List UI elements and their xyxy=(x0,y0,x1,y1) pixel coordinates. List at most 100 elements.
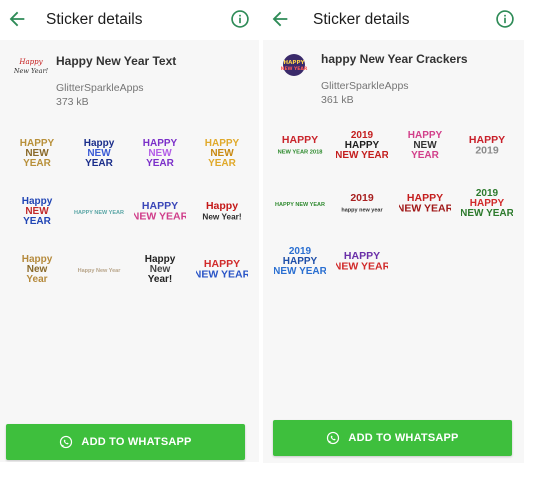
right-screen: Sticker details HAPPY NEW YEAR happy New… xyxy=(263,0,524,463)
sticker-cell[interactable]: Happy New Year xyxy=(6,240,68,298)
sticker-text: NEW YEAR xyxy=(336,150,388,161)
tray-icon: HAPPY NEW YEAR xyxy=(281,54,308,76)
pack-header: HAPPY NEW YEAR happy New Year Crackers G… xyxy=(263,38,524,110)
sticker-happy-new-year-purple: HAPPYNEWYEAR xyxy=(143,138,178,169)
info-icon[interactable] xyxy=(495,9,515,29)
sticker-cell[interactable]: HAPPY NEW YEAR 2018 xyxy=(269,116,331,174)
sticker-text: 2019 xyxy=(475,144,499,156)
sticker-happy-new-year-gold: HAPPYNEWYEAR xyxy=(20,138,55,169)
sticker-text: HAPPY NEW YEAR xyxy=(275,202,325,208)
sticker-cell[interactable]: HAPPY NEW YEAR xyxy=(130,124,192,182)
sticker-text: YEAR xyxy=(208,158,237,169)
sticker-2019-happy-new-year-red: 2019HAPPYNEW YEAR xyxy=(336,130,388,161)
pack-publisher: GlitterSparkleApps xyxy=(321,80,409,92)
sticker-happy-new-year-script-gold: HappyNewYear xyxy=(22,254,53,285)
sticker-text: 2019 xyxy=(351,192,375,204)
sticker-text: NEW YEAR xyxy=(461,208,513,219)
sticker-cell[interactable]: 2019 HAPPY NEW YEAR xyxy=(331,116,393,174)
svg-text:New Year!: New Year! xyxy=(14,67,48,75)
app-bar: Sticker details xyxy=(263,0,524,40)
sticker-cell[interactable]: HAPPY NEW YEAR xyxy=(191,240,253,298)
sticker-happy-new-year-thin-script: Happy New Year xyxy=(77,268,121,274)
info-icon[interactable] xyxy=(230,9,250,29)
sticker-cell[interactable]: 2019 happy new year xyxy=(331,174,393,232)
add-to-whatsapp-button[interactable]: ADD TO WHATSAPP xyxy=(6,424,245,460)
sticker-text: HAPPY xyxy=(282,134,318,146)
sticker-happy-new-year-diagonal: HappyNEWYEAR xyxy=(22,196,53,227)
pack-name: Happy New Year Text xyxy=(56,54,177,68)
sticker-2019-happy-new-year-blue: 2019HAPPYNEW YEAR xyxy=(274,246,326,277)
back-arrow-icon[interactable] xyxy=(269,8,291,30)
whatsapp-icon xyxy=(327,431,340,445)
sticker-happy-new-year-multicolor: HAPPYNEW YEAR xyxy=(196,258,248,281)
pack-name: happy New Year Crackers xyxy=(321,52,468,66)
sticker-text: NEW YEAR 2018 xyxy=(278,149,323,155)
svg-text:NEW YEAR: NEW YEAR xyxy=(281,66,308,72)
sticker-happy-new-year-fireworks: HAPPYNEW YEAR xyxy=(134,200,186,223)
sticker-text: NEW YEAR xyxy=(336,260,388,272)
sticker-text: YEAR xyxy=(23,216,52,227)
sticker-happy-new-year-red-script: HappyNew Year! xyxy=(203,200,242,222)
sticker-2019-happy-new-year-green: 2019HAPPYNEW YEAR xyxy=(461,188,513,219)
sticker-cell[interactable]: Happy New Year xyxy=(68,240,130,298)
left-screen: Sticker details Happy New Year! Happy Ne… xyxy=(0,0,259,462)
sticker-text: Year xyxy=(26,274,47,285)
sticker-text: HAPPY NEW YEAR xyxy=(74,210,124,216)
sticker-text: NEW YEAR xyxy=(399,202,451,214)
sticker-text: NEW YEAR xyxy=(274,266,326,277)
sticker-happy-new-year-2019-ribbon: HAPPY2019 xyxy=(469,134,505,157)
sticker-happy-new-year-blue-sparkle: HappyNEWYEAR xyxy=(83,138,114,169)
sticker-happy-new-year-2019-balloons-black: 2019 happy new year xyxy=(342,192,384,214)
sticker-text: YEAR xyxy=(146,158,175,169)
tray-icon: Happy New Year! xyxy=(14,58,48,75)
sticker-cell[interactable]: HAPPY NEW YEAR xyxy=(394,174,456,232)
add-to-whatsapp-label: ADD TO WHATSAPP xyxy=(81,436,192,448)
sticker-cell[interactable]: Happy NEW YEAR xyxy=(68,124,130,182)
sticker-text: NEW YEAR xyxy=(134,210,186,222)
sticker-cell[interactable]: HAPPY NEW YEAR xyxy=(191,124,253,182)
pack-header: Happy New Year! Happy New Year Text Glit… xyxy=(0,40,259,112)
sticker-happy-new-year-gold-bold: HAPPYNEWYEAR xyxy=(205,138,240,169)
sticker-cell[interactable]: 2019 HAPPY NEW YEAR xyxy=(269,232,331,290)
sticker-text: NEW YEAR xyxy=(196,268,248,280)
sticker-cell[interactable]: Happy New Year! xyxy=(130,240,192,298)
pack-publisher: GlitterSparkleApps xyxy=(56,82,144,94)
sticker-text: YEAR xyxy=(85,158,114,169)
sticker-cell[interactable]: HAPPY NEW YEAR xyxy=(394,116,456,174)
svg-text:Happy: Happy xyxy=(18,58,43,66)
sticker-happy-new-year-2020-clock: HAPPY NEW YEAR xyxy=(275,202,325,208)
sticker-text: Happy xyxy=(206,200,238,212)
sticker-cell[interactable]: HAPPY 2019 xyxy=(456,116,518,174)
pack-size: 361 kB xyxy=(321,94,354,106)
sticker-happy-new-year-balloons: HAPPYNEWYEAR xyxy=(407,130,442,161)
sticker-cell[interactable]: Happy NEW YEAR xyxy=(6,182,68,240)
sticker-cell[interactable]: HAPPY NEW YEAR xyxy=(130,182,192,240)
sticker-happy-new-year-2018-banner: HAPPY NEW YEAR 2018 xyxy=(278,134,323,156)
sticker-cell[interactable]: HAPPY NEW YEAR xyxy=(269,174,331,232)
sticker-text: Happy New Year xyxy=(77,268,121,274)
sticker-happy-new-year-handwritten: HappyNewYear! xyxy=(145,254,176,285)
sticker-text: New Year! xyxy=(203,212,242,221)
sticker-cell[interactable]: 2019 HAPPY NEW YEAR xyxy=(456,174,518,232)
sticker-happy-new-year-crackers-circle: HAPPYNEW YEAR xyxy=(336,250,388,273)
sticker-text: YEAR xyxy=(411,150,440,161)
sticker-grid: HAPPY NEW YEAR 2018 2019 HAPPY NEW YEAR HAPPY… xyxy=(269,116,518,290)
page-title: Sticker details xyxy=(313,11,410,28)
whatsapp-icon xyxy=(60,435,73,449)
sticker-text: Year! xyxy=(148,274,172,285)
sticker-cell[interactable]: HAPPY NEW YEAR xyxy=(331,232,393,290)
sticker-happy-new-year-red-italic: HAPPYNEW YEAR xyxy=(399,192,451,215)
sticker-happy-new-year-ornament: HAPPY NEW YEAR xyxy=(74,210,124,216)
sticker-text: YEAR xyxy=(23,158,52,169)
page-title: Sticker details xyxy=(46,11,143,28)
back-arrow-icon[interactable] xyxy=(6,8,28,30)
app-bar: Sticker details xyxy=(0,0,259,40)
pack-size: 373 kB xyxy=(56,96,89,108)
sticker-cell[interactable]: HAPPY NEW YEAR xyxy=(68,182,130,240)
add-to-whatsapp-button[interactable]: ADD TO WHATSAPP xyxy=(273,420,512,456)
sticker-cell[interactable]: HAPPY NEW YEAR xyxy=(6,124,68,182)
sticker-grid: HAPPY NEW YEAR Happy NEW YEAR HAPPY NEW YEAR HAPP… xyxy=(6,124,253,298)
add-to-whatsapp-label: ADD TO WHATSAPP xyxy=(348,432,459,444)
sticker-text: happy new year xyxy=(342,207,384,213)
sticker-cell[interactable]: Happy New Year! xyxy=(191,182,253,240)
